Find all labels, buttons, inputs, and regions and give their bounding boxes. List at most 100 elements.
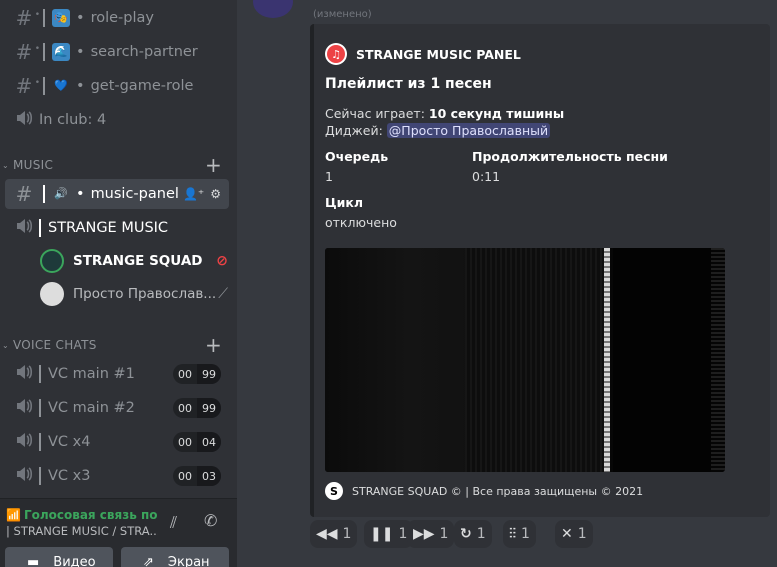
avatar: [40, 249, 64, 273]
embed-title: Плейлист из 1 песен: [325, 76, 492, 92]
disconnect-icon[interactable]: ✆: [204, 511, 217, 530]
reaction-stop[interactable]: ✕ 1: [555, 520, 593, 548]
queue-value: 1: [325, 169, 333, 184]
channel-name: In club: 4: [39, 112, 107, 128]
speaker-emoji-icon: 🔊: [54, 187, 68, 200]
rewind-icon: ◀◀: [316, 526, 338, 542]
forward-icon: ▶▶: [413, 526, 435, 542]
user-name: Просто Православ...: [73, 286, 217, 302]
invite-icon[interactable]: 👤⁺: [183, 187, 204, 201]
voice-status[interactable]: Голосовая связь подк: [24, 508, 158, 522]
text-channel-icon: # •: [15, 6, 40, 30]
category-label: VOICE CHATS: [13, 338, 97, 352]
chat-area: (изменено) ♫ STRANGE MUSIC PANEL Плейлис…: [237, 0, 777, 567]
voice-user-strange-squad[interactable]: STRANGE SQUAD ⊘: [40, 248, 228, 274]
channel-name: VC x4: [48, 434, 91, 450]
channel-name: VC main #2: [48, 400, 135, 416]
author-name[interactable]: STRANGE MUSIC PANEL: [356, 47, 521, 62]
wave-emoji-icon: 🌊: [52, 43, 70, 61]
reaction-count: 1: [577, 526, 587, 542]
chevron-down-icon: ⌄: [2, 340, 10, 350]
dj-mention[interactable]: @Просто Православный: [386, 123, 551, 138]
reaction-pause[interactable]: ❚❚ 1: [364, 520, 414, 548]
video-button[interactable]: ▬ Видео: [5, 547, 113, 567]
music-note-icon: ♫: [325, 43, 347, 65]
channel-music-panel[interactable]: # 🔊 • music-panel 👤⁺ ⚙: [5, 179, 229, 209]
avatar: [40, 282, 64, 306]
close-icon: ✕: [561, 526, 573, 542]
speaker-icon: [13, 364, 35, 384]
category-voice-chats[interactable]: ⌄ VOICE CHATS +: [2, 335, 230, 355]
speaker-icon: [13, 110, 35, 130]
user-name: STRANGE SQUAD: [73, 253, 203, 269]
user-limit-badge: 00 04: [173, 432, 221, 452]
screen-share-button[interactable]: ⇗ Экран: [121, 547, 229, 567]
user-limit-badge: 00 99: [173, 398, 221, 418]
loop-label: Цикл: [325, 195, 363, 210]
speaker-icon: [13, 218, 35, 238]
screen-share-icon: ⇗: [143, 554, 154, 567]
reaction-count: 1: [342, 526, 352, 542]
user-limit-badge: 00 03: [173, 466, 221, 486]
speaker-icon: [13, 398, 35, 418]
channel-name: VC main #1: [48, 366, 135, 382]
noise-suppression-icon[interactable]: ⫽: [170, 513, 177, 533]
reaction-repeat[interactable]: ↻ 1: [454, 520, 492, 548]
add-channel-icon[interactable]: +: [205, 155, 222, 175]
channel-name: music-panel: [90, 186, 179, 202]
reaction-count: 1: [439, 526, 449, 542]
channel-get-game-role[interactable]: # • 💙 • get-game-role: [5, 71, 229, 101]
add-channel-icon[interactable]: +: [205, 335, 222, 355]
footer-text: STRANGE SQUAD © | Все права защищены © 2…: [352, 484, 644, 498]
channel-name: role-play: [90, 10, 154, 26]
signal-icon: 📶: [6, 508, 21, 522]
duration-label: Продолжительность песни: [472, 149, 668, 164]
channel-name: get-game-role: [90, 78, 194, 94]
voice-channel-vc-x3[interactable]: VC x3 00 03: [5, 461, 229, 491]
category-music[interactable]: ⌄ MUSIC +: [2, 155, 230, 175]
channel-name: STRANGE MUSIC: [48, 220, 169, 236]
duration-value: 0:11: [472, 169, 501, 184]
chevron-down-icon: ⌄: [2, 160, 10, 170]
avatar[interactable]: [253, 0, 293, 18]
music-panel-embed: ♫ STRANGE MUSIC PANEL Плейлист из 1 песе…: [310, 24, 770, 517]
strange-squad-logo-icon: S: [325, 482, 343, 500]
voice-channel-strange-music[interactable]: STRANGE MUSIC: [5, 213, 229, 243]
spectrogram-image[interactable]: [325, 248, 725, 472]
reaction-equalizer[interactable]: ⫶⫶ 1: [503, 520, 536, 548]
voice-connection-panel: 📶 Голосовая связь подк | STRANGE MUSIC /…: [0, 498, 237, 567]
voice-channel-vc-main-1[interactable]: VC main #1 00 99: [5, 359, 229, 389]
text-channel-icon: # •: [15, 74, 40, 98]
repeat-icon: ↻: [460, 526, 472, 542]
pause-icon: ❚❚: [370, 526, 394, 542]
channel-sidebar: # • 🎭 • role-play # • 🌊 • search-partner #…: [0, 0, 237, 567]
video-label: Видео: [53, 554, 96, 567]
reaction-forward[interactable]: ▶▶ 1: [407, 520, 455, 548]
user-limit-badge: 00 99: [173, 364, 221, 384]
channel-role-play[interactable]: # • 🎭 • role-play: [5, 3, 229, 33]
voice-location[interactable]: | STRANGE MUSIC / STRA...: [6, 524, 158, 538]
reaction-rewind[interactable]: ◀◀ 1: [310, 520, 358, 548]
voice-channel-vc-main-2[interactable]: VC main #2 00 99: [5, 393, 229, 423]
gear-icon[interactable]: ⚙: [210, 187, 221, 201]
reaction-count: 1: [476, 526, 486, 542]
screen-label: Экран: [167, 554, 210, 567]
camera-icon: ▬: [27, 554, 40, 567]
now-playing-title: 10 секунд тишины: [428, 106, 565, 121]
queue-label: Очередь: [325, 149, 389, 164]
voice-channel-vc-x4[interactable]: VC x4 00 04: [5, 427, 229, 457]
blue-heart-emoji-icon: 💙: [54, 79, 68, 92]
loop-value: отключено: [325, 215, 397, 230]
voice-user-prosto[interactable]: Просто Православ... ⟋: [40, 281, 228, 307]
speaker-icon: [13, 466, 35, 486]
text-channel-icon: #: [15, 182, 33, 206]
channel-name: search-partner: [90, 44, 198, 60]
channel-in-club[interactable]: In club: 4: [5, 105, 229, 135]
embed-author: ♫ STRANGE MUSIC PANEL: [325, 43, 521, 65]
now-playing: Сейчас играет: 10 секунд тишины: [325, 106, 565, 121]
muted-icon: ⟋: [218, 286, 228, 302]
text-channel-icon: # •: [15, 40, 40, 64]
channel-search-partner[interactable]: # • 🌊 • search-partner: [5, 37, 229, 67]
masks-emoji-icon: 🎭: [52, 9, 70, 27]
equalizer-icon: ⫶⫶: [509, 526, 516, 542]
